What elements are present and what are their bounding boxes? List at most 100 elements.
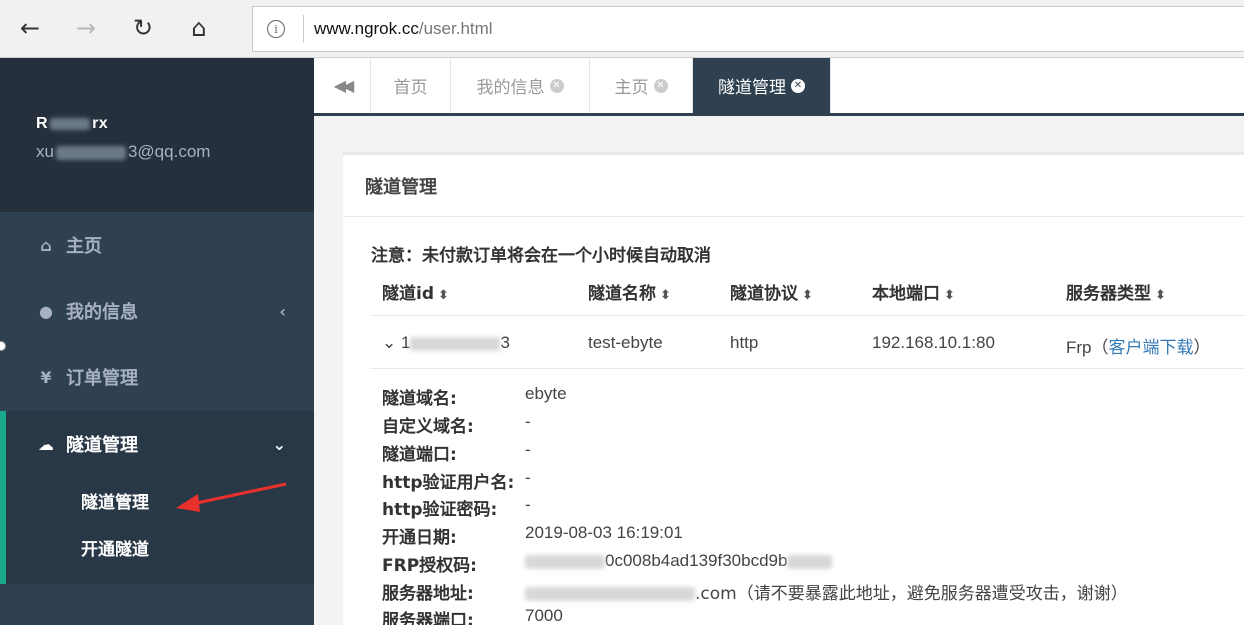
detail-label: 服务器地址: xyxy=(382,584,474,604)
yen-icon: ¥ xyxy=(40,367,52,387)
redacted-mark xyxy=(50,117,91,130)
back-icon[interactable]: ← xyxy=(12,10,48,46)
redacted-mark xyxy=(55,145,126,160)
close-icon[interactable]: ✕ xyxy=(653,78,668,93)
profile-name-end: rx xyxy=(92,115,109,132)
sidebar-item-label: 隧道管理 xyxy=(66,435,138,456)
sort-icon: ⬍ xyxy=(1155,288,1166,303)
sort-icon: ⬍ xyxy=(944,288,955,303)
home-icon[interactable]: ⌂ xyxy=(181,10,217,46)
paren-open: （ xyxy=(1091,338,1109,357)
sort-icon: ⬍ xyxy=(660,288,671,303)
table-cell-name: test-ebyte xyxy=(588,333,663,352)
submenu-item-tunnel-manage[interactable]: 隧道管理 xyxy=(81,488,149,513)
frp-token-visible: 0c008b4ad139f30bcd9b xyxy=(605,551,788,570)
tab-main[interactable]: 主页 ✕ xyxy=(590,58,693,113)
detail-label: 服务器端口: xyxy=(382,611,474,625)
close-icon[interactable]: ✕ xyxy=(791,78,805,93)
submenu-item-open-tunnel[interactable]: 开通隧道 xyxy=(81,535,149,560)
url-divider xyxy=(303,15,304,43)
detail-label: 自定义域名: xyxy=(382,417,474,437)
divider xyxy=(370,315,1244,316)
sidebar-item-my-info[interactable]: ● 我的信息 ‹ xyxy=(0,278,314,344)
tab-home[interactable]: 首页 xyxy=(371,58,451,113)
column-label: 服务器类型 xyxy=(1066,284,1151,304)
detail-value: - xyxy=(525,495,531,514)
detail-label: FRP授权码: xyxy=(382,556,477,576)
table-cell-protocol: http xyxy=(730,333,759,352)
detail-value: ebyte xyxy=(525,384,567,403)
url-path: /user.html xyxy=(418,19,493,38)
notice-text: 注意：未付款订单将会在一个小时候自动取消 xyxy=(371,246,711,266)
redacted-mark xyxy=(525,587,695,601)
expand-icon[interactable]: ⌄ xyxy=(382,333,396,352)
tab-label: 我的信息 xyxy=(476,78,545,98)
detail-label: 隧道端口: xyxy=(382,445,457,465)
forward-icon[interactable]: → xyxy=(68,10,104,46)
column-header-id[interactable]: 隧道id ⬍ xyxy=(382,279,449,304)
detail-label: 开通日期: xyxy=(382,528,457,548)
sidebar: Rrx xu 3@qq.com ⌂ 主页 ● 我的信息 ‹ ¥ 订单管理 ☁ 隧道… xyxy=(0,58,314,625)
home-icon: ⌂ xyxy=(40,235,52,255)
detail-value-server-address: .com（请不要暴露此地址，避免服务器遭受攻击，谢谢） xyxy=(525,579,1128,604)
column-label: 隧道协议 xyxy=(730,284,798,304)
redacted-mark xyxy=(410,336,501,351)
url-host: www.ngrok.cc xyxy=(314,19,419,38)
sort-icon: ⬍ xyxy=(802,288,813,303)
client-download-link[interactable]: 客户端下载 xyxy=(1109,338,1194,357)
detail-value: 7000 xyxy=(525,606,563,625)
detail-value: - xyxy=(525,440,531,459)
profile-email-start: xu xyxy=(36,142,54,161)
column-label: 隧道id xyxy=(382,284,434,304)
address-bar[interactable]: i www.ngrok.cc/user.html xyxy=(252,6,1244,52)
sidebar-item-label: 我的信息 xyxy=(66,302,138,323)
server-type-text: Frp xyxy=(1066,338,1092,357)
detail-value-frp-token: 0c008b4ad139f30bcd9b xyxy=(525,551,833,571)
column-label: 隧道名称 xyxy=(588,284,656,304)
profile-email: xu 3@qq.com xyxy=(36,142,210,162)
annotation-arrow-icon xyxy=(176,482,287,512)
detail-value: - xyxy=(525,468,531,487)
profile-area: Rrx xu 3@qq.com xyxy=(0,58,314,212)
detail-value: - xyxy=(525,412,531,431)
redacted-mark xyxy=(787,554,833,569)
column-label: 本地端口 xyxy=(872,284,940,304)
sidebar-item-tunnels[interactable]: ☁ 隧道管理 ⌄ xyxy=(0,411,314,477)
table-cell-id: ⌄ 1 3 xyxy=(382,333,510,353)
browser-toolbar: ← → ↻ ⌂ i www.ngrok.cc/user.html xyxy=(0,0,1244,58)
tunnel-id-end: 3 xyxy=(500,333,510,352)
profile-name[interactable]: Rrx xyxy=(36,115,108,133)
chevron-down-icon: ⌄ xyxy=(272,434,286,454)
tab-label: 隧道管理 xyxy=(718,78,786,98)
close-icon[interactable]: ✕ xyxy=(549,78,564,93)
table-cell-local-port: 192.168.10.1:80 xyxy=(872,333,995,352)
detail-label: http验证用户名: xyxy=(382,473,515,493)
column-header-name[interactable]: 隧道名称 ⬍ xyxy=(588,279,671,304)
sort-icon: ⬍ xyxy=(438,288,449,303)
server-address-visible: .com（请不要暴露此地址，避免服务器遭受攻击，谢谢） xyxy=(695,584,1128,604)
sidebar-item-home[interactable]: ⌂ 主页 xyxy=(0,212,314,278)
column-header-server-type[interactable]: 服务器类型 ⬍ xyxy=(1066,279,1166,304)
chevron-left-icon: ‹ xyxy=(279,301,286,321)
column-header-protocol[interactable]: 隧道协议 ⬍ xyxy=(730,279,813,304)
info-icon[interactable]: i xyxy=(267,20,285,38)
divider xyxy=(370,368,1244,369)
tunnel-id-start: 1 xyxy=(400,333,411,352)
tab-tunnels[interactable]: 隧道管理 ✕ xyxy=(693,58,831,113)
divider xyxy=(343,216,1244,217)
column-header-local-port[interactable]: 本地端口 ⬍ xyxy=(872,279,955,304)
detail-label: 隧道域名: xyxy=(382,389,457,409)
tab-scroll-left-icon[interactable]: ◀◀ xyxy=(314,58,371,113)
redacted-mark xyxy=(525,554,605,569)
tunnel-panel: 隧道管理 注意：未付款订单将会在一个小时候自动取消 隧道id ⬍ 隧道名称 ⬍ 隧道… xyxy=(343,152,1244,625)
tab-label: 首页 xyxy=(393,78,428,98)
reload-icon[interactable]: ↻ xyxy=(125,10,161,46)
sidebar-item-label: 订单管理 xyxy=(66,368,138,389)
tab-bar: ◀◀ 首页 我的信息 ✕ 主页 ✕ 隧道管理 ✕ xyxy=(314,58,1244,116)
tab-label: 主页 xyxy=(614,78,649,98)
sidebar-item-orders[interactable]: ¥ 订单管理 xyxy=(0,344,314,410)
cloud-icon: ☁ xyxy=(38,434,54,454)
tab-my-info[interactable]: 我的信息 ✕ xyxy=(451,58,590,113)
profile-name-start: R xyxy=(36,115,49,132)
sidebar-item-label: 主页 xyxy=(66,236,102,257)
